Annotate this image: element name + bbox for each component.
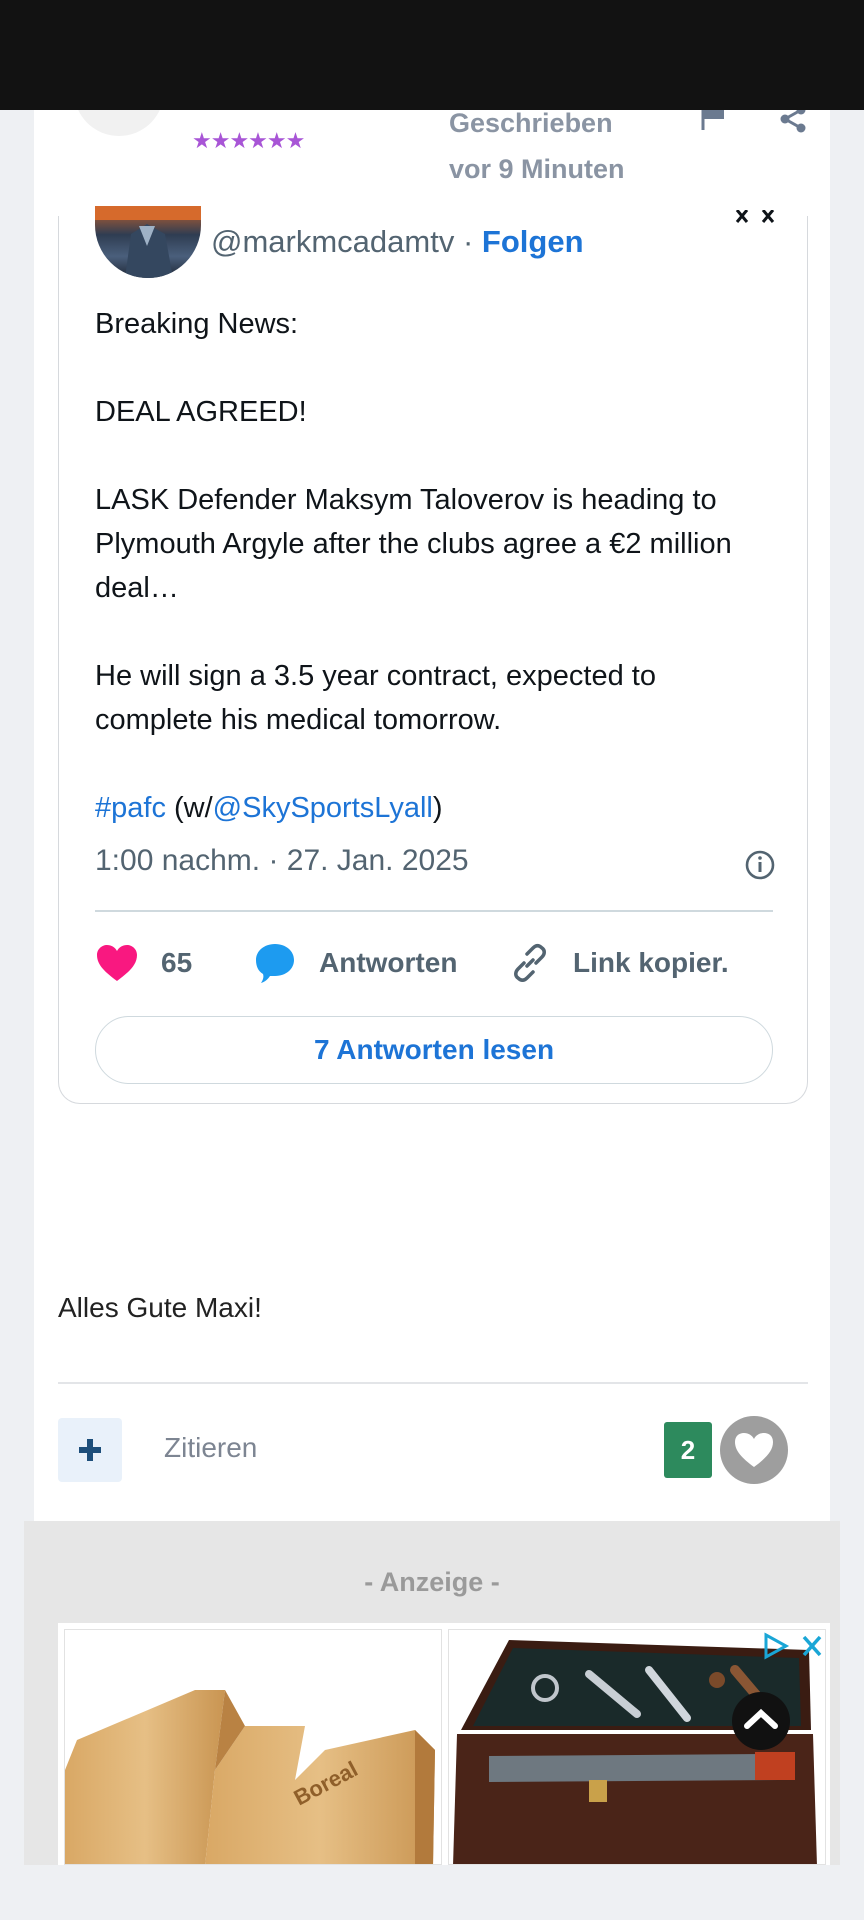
tweet-handle[interactable]: @markmcadamtv	[211, 224, 454, 259]
copy-link-label: Link kopier.	[573, 947, 729, 978]
rank-stars: ★★★★★★	[192, 128, 305, 153]
tweet-actions: 65 Antworten Link kopier.	[95, 938, 775, 988]
tweet-line: He will sign a 3.5 year contract, expect…	[95, 660, 656, 736]
tweet-line: LASK Defender Maksym Taloverov is headin…	[95, 484, 732, 604]
tweet-line: Breaking News:	[95, 308, 299, 340]
read-replies-button[interactable]: 7 Antworten lesen	[95, 1016, 773, 1084]
post-meta-time: vor 9 Minuten	[449, 154, 625, 184]
tweet-text: Breaking News: DEAL AGREED! LASK Defende…	[95, 302, 775, 874]
handle-separator: ·	[454, 224, 482, 259]
follow-link[interactable]: Folgen	[482, 224, 584, 259]
ad-product-1[interactable]: Boreal	[64, 1629, 442, 1865]
avatar-photo-icon	[95, 206, 201, 278]
adchoices-icon[interactable]	[758, 1631, 826, 1661]
reply-action[interactable]: Antworten	[253, 938, 457, 988]
copy-link-action[interactable]: Link kopier.	[509, 938, 729, 988]
react-button[interactable]	[720, 1416, 788, 1484]
bottom-strip	[0, 1865, 864, 1920]
mention-suffix: )	[432, 792, 443, 824]
ad-label: - Anzeige -	[364, 1567, 500, 1597]
heart-icon	[97, 945, 137, 981]
post-body-text: Alles Gute Maxi!	[58, 1292, 262, 1323]
hashtag-link[interactable]: #pafc	[95, 792, 166, 824]
like-action[interactable]: 65	[95, 938, 192, 988]
heart-outline-icon	[735, 1433, 773, 1467]
forum-post: ★★★★★★ Geschrieben vor 9 Minuten @markmc…	[34, 60, 830, 1521]
reply-label: Antworten	[319, 947, 458, 978]
advertisement: - Anzeige - Boreal	[24, 1521, 840, 1865]
bamboo-stand-image-icon: Boreal	[65, 1690, 435, 1864]
mention-prefix: (w/	[165, 792, 213, 824]
tweet-line: DEAL AGREED!	[95, 396, 307, 428]
tweet-tags: #pafc (w/@SkySportsLyall)	[95, 786, 775, 830]
mention-link[interactable]: @SkySportsLyall	[213, 792, 433, 824]
ad-panel: Boreal	[58, 1623, 830, 1865]
plus-icon	[79, 1439, 101, 1461]
tweet-timestamp[interactable]: 1:00 nachm. · 27. Jan. 2025	[95, 844, 469, 878]
multiquote-button[interactable]	[58, 1418, 122, 1482]
info-icon[interactable]	[743, 848, 777, 882]
tweet-author-avatar[interactable]	[95, 206, 201, 278]
embedded-tweet: @markmcadamtv · Folgen Breaking News: DE…	[58, 206, 808, 1104]
reaction-count-badge[interactable]: 2	[664, 1422, 712, 1478]
scroll-to-top-button[interactable]	[732, 1692, 790, 1750]
reply-bubble-icon	[256, 944, 294, 983]
link-icon	[514, 944, 546, 982]
post-divider	[58, 1382, 808, 1384]
page: ★★★★★★ Geschrieben vor 9 Minuten @markmc…	[0, 0, 864, 1920]
post-meta[interactable]: Geschrieben vor 9 Minuten	[449, 100, 669, 192]
tweet-author: @markmcadamtv · Folgen	[211, 224, 584, 260]
x-logo-icon[interactable]	[735, 210, 775, 224]
quote-button[interactable]: Zitieren	[164, 1432, 257, 1464]
status-bar	[0, 0, 864, 110]
chevron-up-icon	[744, 1708, 778, 1729]
tweet-divider	[95, 910, 773, 912]
like-count-label: 65	[161, 947, 193, 978]
